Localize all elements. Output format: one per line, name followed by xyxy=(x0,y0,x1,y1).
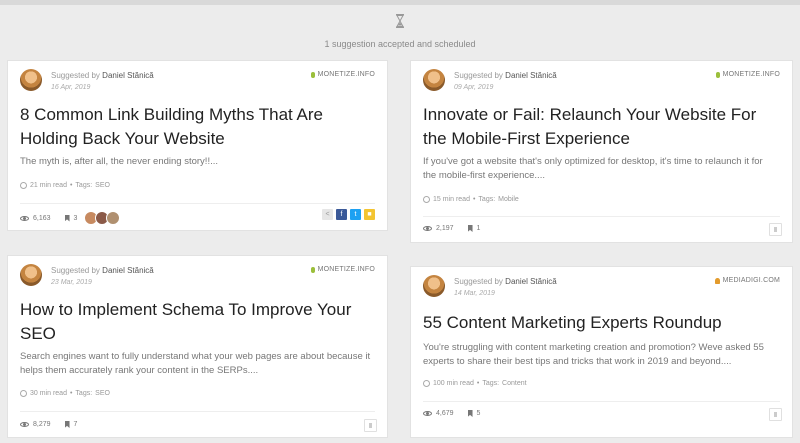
views-count: 6,163 xyxy=(33,214,51,222)
clock-icon xyxy=(423,196,430,203)
article-title[interactable]: 8 Common Link Building Myths That Are Hol… xyxy=(20,103,380,151)
article-card[interactable]: Suggested by Daniel Stănică 14 Mar, 2019… xyxy=(410,266,793,438)
yellow-share-icon[interactable]: ■ xyxy=(364,209,375,220)
views-count: 4,679 xyxy=(436,410,454,417)
reader-avatars xyxy=(84,211,121,225)
clock-icon xyxy=(20,182,27,189)
bookmark-icon xyxy=(467,410,473,417)
facebook-icon[interactable]: f xyxy=(336,209,347,220)
location-pin-icon xyxy=(310,71,315,78)
stats-row: 6,163 3 xyxy=(20,211,121,225)
suggested-by: Suggested by Daniel Stănică xyxy=(454,277,557,286)
article-description: The myth is, after all, the never ending… xyxy=(20,156,219,167)
share-icon[interactable]: < xyxy=(322,209,333,220)
avatar xyxy=(20,69,42,91)
eye-icon xyxy=(423,226,432,231)
source-link[interactable]: MONETIZE.INFO xyxy=(715,71,780,78)
source-link[interactable]: MEDIADIGI.COM xyxy=(714,277,780,284)
post-date: 14 Mar, 2019 xyxy=(454,290,495,297)
article-card[interactable]: Suggested by Daniel Stănică 23 Mar, 2019… xyxy=(7,255,388,438)
author-link[interactable]: Daniel Stănică xyxy=(505,277,557,286)
location-pin-icon xyxy=(715,71,720,78)
divider xyxy=(423,216,780,217)
bookmark-icon xyxy=(467,225,473,232)
divider xyxy=(423,401,780,402)
tag-link[interactable]: Mobile xyxy=(498,196,519,203)
author-link[interactable]: Daniel Stănică xyxy=(102,266,154,275)
saves-count: 3 xyxy=(73,214,78,222)
avatar xyxy=(423,275,445,297)
hourglass-icon xyxy=(396,14,404,28)
eye-icon xyxy=(20,422,29,427)
author-link[interactable]: Daniel Stănică xyxy=(505,71,557,80)
twitter-icon[interactable]: t xyxy=(350,209,361,220)
article-title[interactable]: Innovate or Fail: Relaunch Your Website … xyxy=(423,103,788,151)
read-meta: 21 min read • Tags: SEO xyxy=(20,182,110,189)
author-link[interactable]: Daniel Stănică xyxy=(102,71,154,80)
suggested-by: Suggested by Daniel Stănică xyxy=(51,266,154,275)
article-description: You're struggling with content marketing… xyxy=(423,342,764,367)
article-card[interactable]: Suggested by Daniel Stănică 16 Apr, 2019… xyxy=(7,60,388,231)
post-date: 09 Apr, 2019 xyxy=(454,84,494,91)
share-actions: < f t ■ xyxy=(322,209,375,220)
clock-icon xyxy=(423,380,430,387)
tag-link[interactable]: SEO xyxy=(95,390,110,397)
saves-count: 1 xyxy=(476,225,481,232)
tag-link[interactable]: SEO xyxy=(95,182,110,189)
article-description: If you've got a website that's only opti… xyxy=(423,156,763,181)
suggested-by: Suggested by Daniel Stănică xyxy=(51,71,154,80)
views-count: 8,279 xyxy=(33,421,51,428)
divider xyxy=(20,203,375,204)
post-date: 16 Apr, 2019 xyxy=(51,84,91,91)
notice-banner: 1 suggestion accepted and scheduled xyxy=(0,14,800,52)
avatar xyxy=(20,264,42,286)
clock-icon xyxy=(20,390,27,397)
tag-link[interactable]: Content xyxy=(502,380,527,387)
save-button[interactable] xyxy=(769,408,782,421)
brand-icon xyxy=(714,277,720,284)
save-button[interactable] xyxy=(364,419,377,432)
source-link[interactable]: MONETIZE.INFO xyxy=(310,71,375,78)
mini-avatar xyxy=(106,211,121,225)
article-card[interactable]: Suggested by Daniel Stănică 09 Apr, 2019… xyxy=(410,60,793,243)
save-button[interactable] xyxy=(769,223,782,236)
read-meta: 30 min read • Tags: SEO xyxy=(20,390,110,397)
bookmark-icon xyxy=(64,421,70,428)
eye-icon xyxy=(20,215,29,221)
article-description: Search engines want to fully understand … xyxy=(20,351,371,376)
bookmark-icon xyxy=(64,214,70,222)
saves-count: 7 xyxy=(73,421,78,428)
eye-icon xyxy=(423,411,432,416)
source-link[interactable]: MONETIZE.INFO xyxy=(310,266,375,273)
read-meta: 100 min read • Tags: Content xyxy=(423,380,527,387)
article-title[interactable]: 55 Content Marketing Experts Roundup xyxy=(423,311,788,335)
top-bar xyxy=(0,0,800,5)
post-date: 23 Mar, 2019 xyxy=(51,279,92,286)
stats-row: 2,197 1 xyxy=(423,225,480,232)
suggested-by: Suggested by Daniel Stănică xyxy=(454,71,557,80)
views-count: 2,197 xyxy=(436,225,454,232)
article-title[interactable]: How to Implement Schema To Improve Your S… xyxy=(20,298,380,346)
saves-count: 5 xyxy=(476,410,481,417)
stats-row: 4,679 5 xyxy=(423,410,480,417)
notice-message: 1 suggestion accepted and scheduled xyxy=(324,39,476,49)
avatar xyxy=(423,69,445,91)
location-pin-icon xyxy=(310,266,315,273)
stats-row: 8,279 7 xyxy=(20,421,77,428)
divider xyxy=(20,411,375,412)
read-meta: 15 min read • Tags: Mobile xyxy=(423,196,519,203)
